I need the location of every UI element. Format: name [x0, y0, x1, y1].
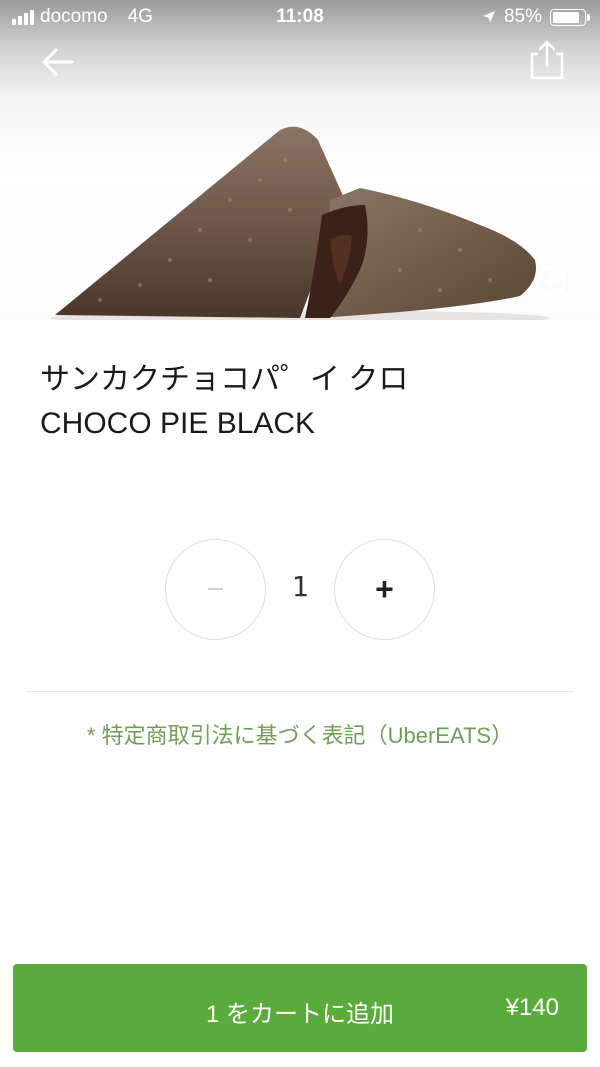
battery-icon — [550, 8, 590, 26]
quantity-value: 1 — [291, 570, 309, 603]
add-to-cart-button[interactable]: 1 をカートに追加 ¥140 — [13, 964, 587, 1052]
back-button[interactable] — [36, 42, 80, 82]
decrease-quantity-button[interactable]: − — [165, 539, 266, 640]
product-name-en: CHOCO PIE BLACK — [40, 407, 316, 440]
minus-icon: − — [206, 572, 225, 606]
add-to-cart-label: 1 をカートに追加 — [205, 1001, 394, 1028]
back-arrow-icon — [42, 48, 74, 76]
share-icon — [530, 40, 564, 80]
increase-quantity-button[interactable]: + — [334, 539, 435, 640]
divider — [26, 691, 574, 692]
battery-percent: 85% — [503, 6, 542, 27]
product-image — [0, 0, 600, 320]
plus-icon: + — [375, 571, 394, 607]
zoom-in-icon — [536, 266, 576, 306]
zoom-button[interactable] — [532, 262, 578, 308]
cart-price: ¥140 — [505, 994, 559, 1021]
status-right: 85% — [482, 6, 590, 28]
location-arrow-icon — [482, 11, 495, 23]
battery-fill — [553, 11, 579, 23]
product-title: サンカクチョコパ゜イ クロ CHOCO PIE BLACK — [40, 358, 570, 446]
product-name-ja: サンカクチョコパ゜イ クロ — [40, 363, 409, 396]
legal-notice-link[interactable]: * 特定商取引法に基づく表記（UberEATS） — [0, 718, 600, 750]
share-button[interactable] — [524, 38, 568, 82]
status-bar: docomo 4G 11:08 85% — [0, 0, 600, 34]
choco-pie-image — [50, 126, 550, 320]
